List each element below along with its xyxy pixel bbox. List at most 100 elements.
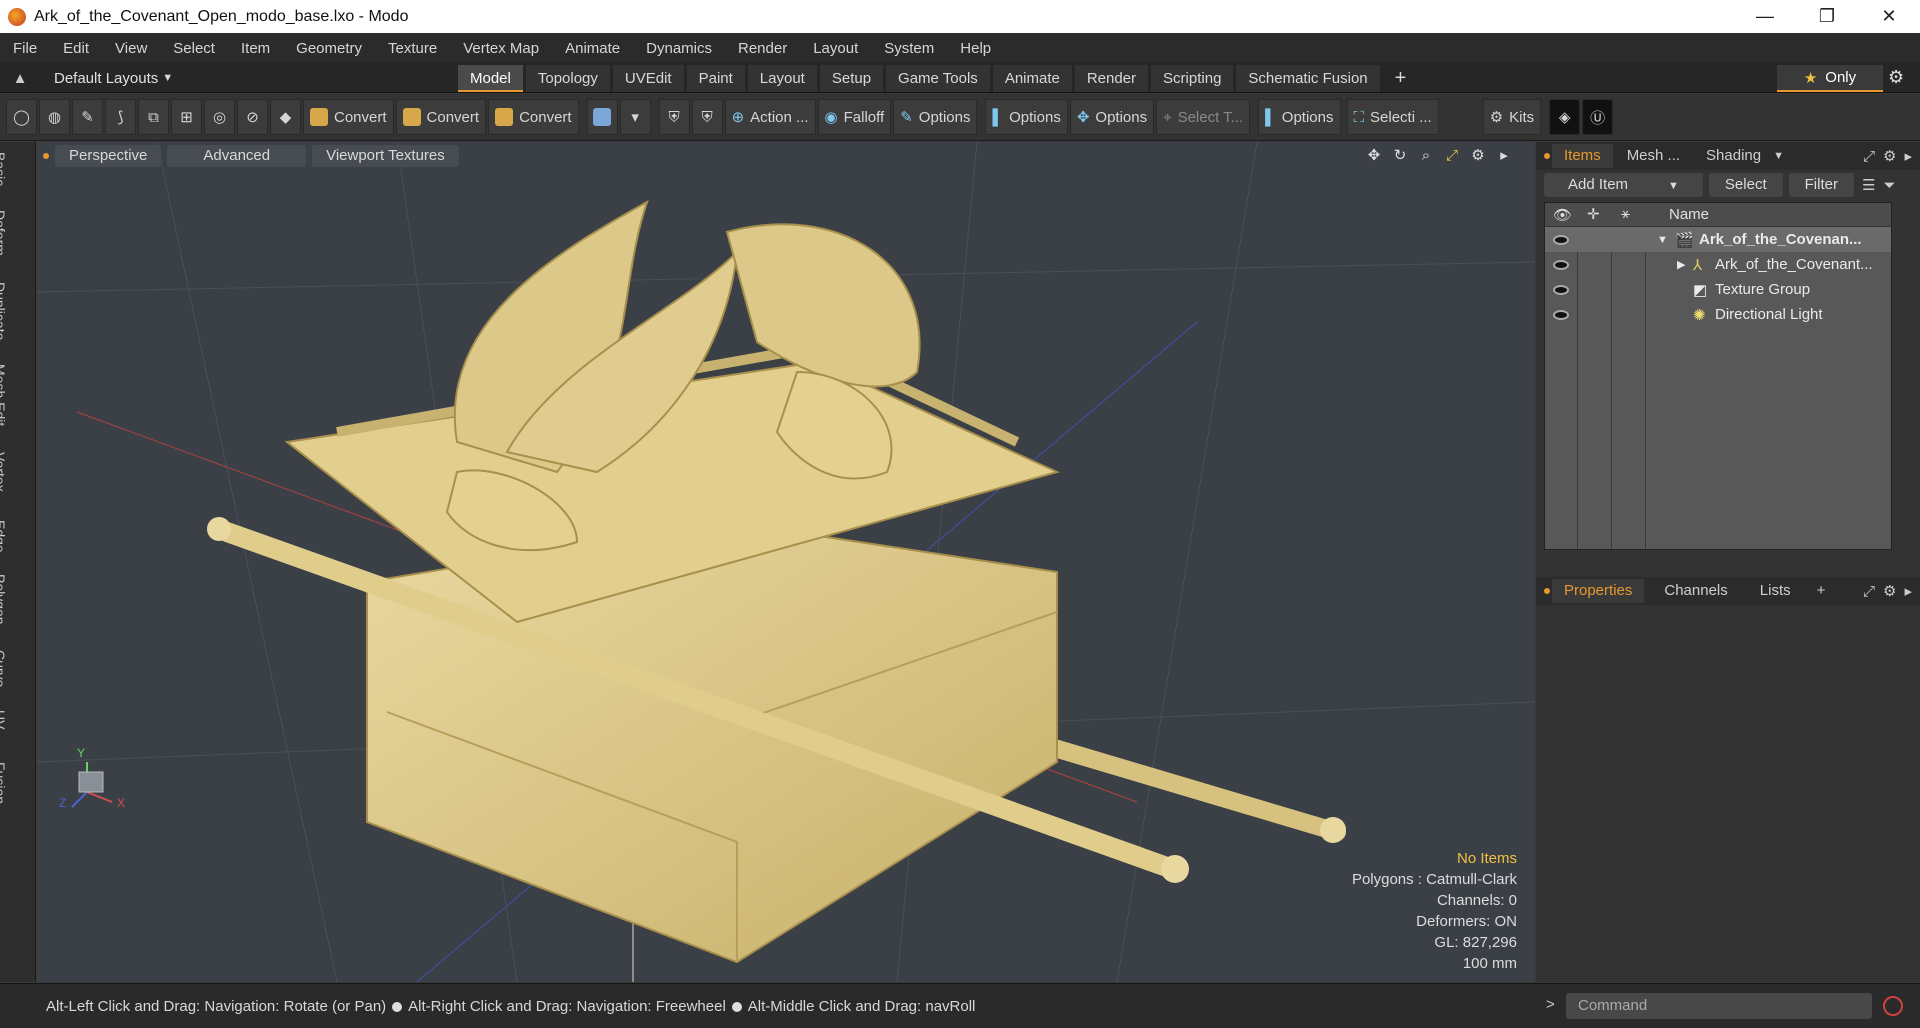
- layout-selector[interactable]: ▲ Default Layouts ▼: [0, 63, 174, 93]
- convert-button-2[interactable]: Convert: [395, 99, 487, 135]
- tab-render[interactable]: Render: [1074, 65, 1149, 92]
- tab-game-tools[interactable]: Game Tools: [886, 65, 990, 92]
- advanced-shading-button[interactable]: Advanced: [167, 145, 307, 167]
- center-mode-icon[interactable]: ◎: [204, 99, 235, 135]
- brush-tool-icon[interactable]: ⟆: [105, 99, 136, 135]
- expand-panel-icon[interactable]: ⤢: [1863, 148, 1875, 165]
- rotate-view-icon[interactable]: ↻: [1391, 146, 1409, 164]
- tab-mesh[interactable]: Mesh ...: [1615, 144, 1692, 168]
- strip-mesh-edit[interactable]: Mesh Edit: [0, 364, 8, 426]
- tab-schematic-fusion[interactable]: Schematic Fusion: [1236, 65, 1380, 92]
- menu-edit[interactable]: Edit: [50, 40, 102, 57]
- filter-button[interactable]: Filter: [1788, 173, 1854, 197]
- visibility-eye-icon[interactable]: [1553, 259, 1569, 270]
- action-center-button[interactable]: ⊕ Action ...: [724, 99, 816, 135]
- tab-channels[interactable]: Channels: [1652, 579, 1739, 603]
- add-panel-tab-button[interactable]: +: [1805, 579, 1838, 603]
- tab-uvedit[interactable]: UVEdit: [612, 65, 684, 92]
- expand-arrow-icon[interactable]: ▶: [1677, 258, 1685, 271]
- menu-geometry[interactable]: Geometry: [283, 40, 375, 57]
- symmetry-icon[interactable]: ⛨: [658, 99, 690, 135]
- select-edges-icon[interactable]: ◍: [39, 99, 70, 135]
- viewport-settings-icon[interactable]: ⚙: [1469, 146, 1487, 164]
- menu-animate[interactable]: Animate: [552, 40, 633, 57]
- maximize-button[interactable]: ❐: [1796, 0, 1858, 33]
- menu-render[interactable]: Render: [725, 40, 800, 57]
- menu-layout[interactable]: Layout: [800, 40, 871, 57]
- only-button[interactable]: ★ Only: [1777, 65, 1883, 92]
- chevron-down-icon[interactable]: ▼: [1773, 150, 1784, 162]
- panel-gear-icon[interactable]: ⚙: [1883, 147, 1896, 165]
- menu-file[interactable]: File: [0, 40, 50, 57]
- menu-item[interactable]: Item: [228, 40, 283, 57]
- add-tab-button[interactable]: +: [1383, 65, 1419, 92]
- symmetry-settings-icon[interactable]: ⛨: [691, 99, 723, 135]
- falloff-button[interactable]: ◉ Falloff: [817, 99, 892, 135]
- panel-arrow-icon[interactable]: ▸: [1904, 582, 1912, 600]
- visibility-eye-icon[interactable]: [1553, 284, 1569, 295]
- chevron-down-icon[interactable]: ▾: [619, 99, 651, 135]
- selection-sets-button[interactable]: ⛶ Selecti ...: [1346, 99, 1439, 135]
- record-icon[interactable]: [1883, 996, 1903, 1016]
- tree-row-directional-light[interactable]: ✺ Directional Light: [1545, 302, 1891, 327]
- strip-polygon[interactable]: Polygon: [0, 574, 8, 625]
- menu-system[interactable]: System: [871, 40, 947, 57]
- collapse-arrow-icon[interactable]: ▲: [0, 70, 40, 87]
- menu-select[interactable]: Select: [160, 40, 228, 57]
- unity-icon[interactable]: ◈: [1549, 99, 1581, 135]
- 3d-viewport[interactable]: Y X Z Perspective Advanced Viewport Text…: [37, 142, 1535, 982]
- menu-view[interactable]: View: [102, 40, 160, 57]
- item-mode-icon[interactable]: ⧉: [138, 99, 169, 135]
- strip-curve[interactable]: Curve: [0, 650, 8, 687]
- strip-basic[interactable]: Basic: [0, 152, 8, 186]
- options-button-4[interactable]: ▌ Options: [1258, 99, 1341, 135]
- strip-fusion[interactable]: Fusion: [0, 762, 8, 804]
- options-button-1[interactable]: ✎ Options: [893, 99, 978, 135]
- panel-arrow-icon[interactable]: ▸: [1904, 147, 1912, 165]
- zoom-icon[interactable]: ⌕: [1417, 146, 1435, 164]
- polygon-mode-icon[interactable]: ⊘: [237, 99, 268, 135]
- name-column-header[interactable]: Name: [1669, 206, 1709, 223]
- tab-scripting[interactable]: Scripting: [1151, 65, 1234, 92]
- strip-vertex[interactable]: Vertex: [0, 452, 8, 492]
- strip-edge[interactable]: Edge: [0, 520, 8, 553]
- visibility-eye-icon[interactable]: [1553, 309, 1569, 320]
- gear-icon[interactable]: ⚙: [1888, 67, 1904, 88]
- perspective-view-button[interactable]: Perspective: [55, 145, 162, 167]
- tree-row-scene[interactable]: ▼ 🎬 Ark_of_the_Covenan...: [1545, 227, 1891, 252]
- tab-setup[interactable]: Setup: [819, 65, 884, 92]
- add-item-button[interactable]: Add Item ▼: [1544, 173, 1703, 197]
- menu-vertex-map[interactable]: Vertex Map: [450, 40, 552, 57]
- material-mode-icon[interactable]: ◆: [270, 99, 301, 135]
- strip-duplicate[interactable]: Duplicate: [0, 282, 8, 340]
- convert-button-1[interactable]: Convert: [303, 99, 394, 135]
- expand-arrow-icon[interactable]: ▸: [1495, 146, 1513, 164]
- pen-tool-icon[interactable]: ✎: [72, 99, 103, 135]
- tab-paint[interactable]: Paint: [686, 65, 745, 92]
- viewport-textures-button[interactable]: Viewport Textures: [312, 145, 459, 167]
- tab-layout[interactable]: Layout: [747, 65, 817, 92]
- tree-row-texture-group[interactable]: ◩ Texture Group: [1545, 277, 1891, 302]
- select-vertices-icon[interactable]: ◯: [6, 99, 37, 135]
- options-button-3[interactable]: ✥ Options: [1069, 99, 1155, 135]
- menu-dynamics[interactable]: Dynamics: [633, 40, 725, 57]
- panel-gear-icon[interactable]: ⚙: [1883, 582, 1896, 600]
- options-button-2[interactable]: ▌ Options: [985, 99, 1068, 135]
- list-options-icon[interactable]: ☰: [1862, 176, 1875, 194]
- minimize-button[interactable]: —: [1734, 0, 1796, 33]
- kits-button[interactable]: ⚙ Kits: [1482, 99, 1542, 135]
- command-input[interactable]: Command: [1566, 993, 1872, 1019]
- cube-icon[interactable]: [586, 99, 618, 135]
- strip-uv[interactable]: UV: [0, 710, 8, 729]
- tab-topology[interactable]: Topology: [525, 65, 610, 92]
- menu-help[interactable]: Help: [947, 40, 1004, 57]
- tab-lists[interactable]: Lists: [1748, 579, 1803, 603]
- tree-row-mesh[interactable]: ▶ ⅄ Ark_of_the_Covenant...: [1545, 252, 1891, 277]
- visibility-eye-icon[interactable]: [1553, 234, 1569, 245]
- close-button[interactable]: ✕: [1858, 0, 1920, 33]
- tab-shading[interactable]: Shading: [1694, 144, 1773, 168]
- tab-items[interactable]: Items: [1552, 144, 1613, 168]
- tab-properties[interactable]: Properties: [1552, 579, 1645, 603]
- select-button[interactable]: Select: [1708, 173, 1783, 197]
- move-view-icon[interactable]: ✥: [1365, 146, 1383, 164]
